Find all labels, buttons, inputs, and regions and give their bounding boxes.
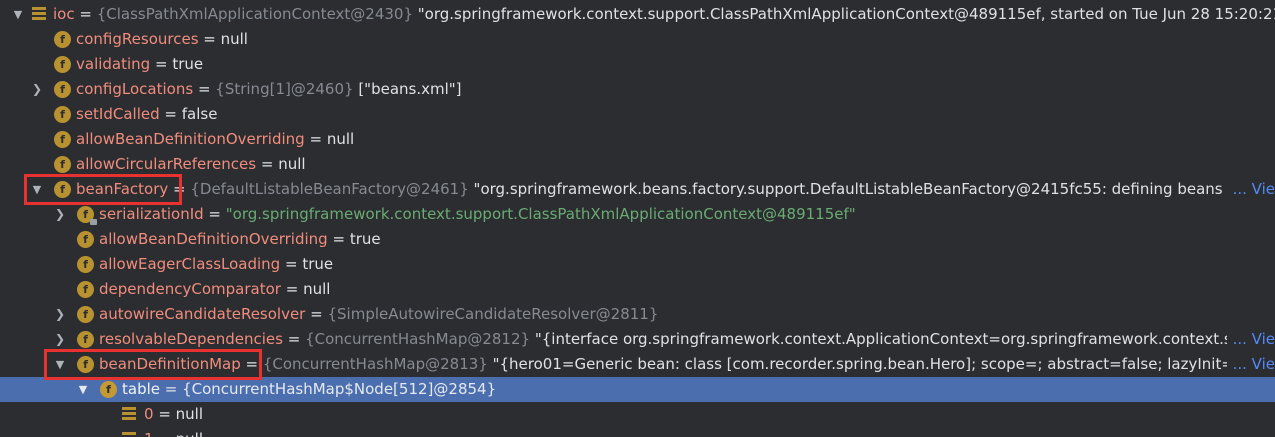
- variable-row-1[interactable]: 1 = null: [0, 427, 1275, 437]
- variable-label: validating = true: [76, 55, 204, 73]
- chevron-right-icon[interactable]: ❯: [53, 302, 67, 327]
- field-icon: f: [77, 306, 94, 323]
- variable-label: configLocations = {String[1]@2460} ["bea…: [76, 80, 462, 98]
- variable-row-allowBeanDefinitionOverriding[interactable]: f allowBeanDefinitionOverriding = null: [0, 127, 1275, 152]
- variable-label: ioc = {ClassPathXmlApplicationContext@24…: [53, 5, 1275, 23]
- variable-row-0[interactable]: 0 = null: [0, 402, 1275, 427]
- list-icon: [32, 7, 46, 22]
- variable-row-table[interactable]: ▼ f table = {ConcurrentHashMap$Node[512]…: [0, 377, 1275, 402]
- variable-row-ioc[interactable]: ▼ ioc = {ClassPathXmlApplicationContext@…: [0, 2, 1275, 27]
- variable-row-autowireCandidateResolver[interactable]: ❯ f autowireCandidateResolver = {SimpleA…: [0, 302, 1275, 327]
- variable-label: beanFactory = {DefaultListableBeanFactor…: [76, 180, 1275, 198]
- variable-row-allowBeanDefinitionOverriding[interactable]: f allowBeanDefinitionOverriding = true: [0, 227, 1275, 252]
- variable-label: serializationId = "org.springframework.c…: [99, 205, 856, 223]
- field-icon: f: [77, 356, 94, 373]
- variable-row-allowCircularReferences[interactable]: f allowCircularReferences = null: [0, 152, 1275, 177]
- variable-label: allowBeanDefinitionOverriding = null: [76, 130, 355, 148]
- variable-label: resolvableDependencies = {ConcurrentHash…: [99, 330, 1275, 348]
- field-icon: f: [77, 331, 94, 348]
- variable-label: configResources = null: [76, 30, 248, 48]
- view-link[interactable]: ... Vie: [1226, 327, 1275, 352]
- variable-row-resolvableDependencies[interactable]: ❯ f resolvableDependencies = {Concurrent…: [0, 327, 1275, 352]
- variable-label: setIdCalled = false: [76, 105, 218, 123]
- field-icon: f: [77, 231, 94, 248]
- chevron-down-icon[interactable]: ▼: [30, 177, 44, 202]
- field-icon: f: [54, 56, 71, 73]
- variable-row-validating[interactable]: f validating = true: [0, 52, 1275, 77]
- list-icon: [122, 407, 136, 422]
- field-icon: f: [54, 81, 71, 98]
- variable-label: table = {ConcurrentHashMap$Node[512]@285…: [122, 380, 497, 398]
- variable-label: autowireCandidateResolver = {SimpleAutow…: [99, 305, 659, 323]
- variable-row-setIdCalled[interactable]: f setIdCalled = false: [0, 102, 1275, 127]
- field-icon: f: [77, 206, 97, 225]
- chevron-right-icon[interactable]: ❯: [53, 327, 67, 352]
- variable-row-configResources[interactable]: f configResources = null: [0, 27, 1275, 52]
- variable-row-serializationId[interactable]: ❯ f serializationId = "org.springframewo…: [0, 202, 1275, 227]
- variable-row-dependencyComparator[interactable]: f dependencyComparator = null: [0, 277, 1275, 302]
- field-icon: f: [100, 381, 117, 398]
- view-link[interactable]: ... Vie: [1226, 177, 1275, 202]
- variable-label: 0 = null: [144, 405, 204, 423]
- chevron-down-icon[interactable]: ▼: [11, 2, 25, 27]
- field-icon: f: [54, 181, 71, 198]
- variable-label: dependencyComparator = null: [99, 280, 331, 298]
- field-icon: f: [77, 256, 94, 273]
- variable-row-beanDefinitionMap[interactable]: ▼ f beanDefinitionMap = {ConcurrentHashM…: [0, 352, 1275, 377]
- chevron-right-icon[interactable]: ❯: [30, 77, 44, 102]
- variable-row-beanFactory[interactable]: ▼ f beanFactory = {DefaultListableBeanFa…: [0, 177, 1275, 202]
- variable-label: beanDefinitionMap = {ConcurrentHashMap@2…: [99, 355, 1275, 373]
- debugger-variables-tree: ▼ ioc = {ClassPathXmlApplicationContext@…: [0, 0, 1275, 437]
- chevron-right-icon[interactable]: ❯: [53, 202, 67, 227]
- field-icon: f: [54, 131, 71, 148]
- variable-label: 1 = null: [144, 427, 203, 437]
- chevron-down-icon[interactable]: ▼: [76, 377, 90, 402]
- field-icon: f: [77, 281, 94, 298]
- view-link[interactable]: ... Vie: [1226, 352, 1275, 377]
- variable-row-configLocations[interactable]: ❯ f configLocations = {String[1]@2460} […: [0, 77, 1275, 102]
- variable-row-allowEagerClassLoading[interactable]: f allowEagerClassLoading = true: [0, 252, 1275, 277]
- variable-label: allowCircularReferences = null: [76, 155, 306, 173]
- field-icon: f: [54, 156, 71, 173]
- field-icon: f: [54, 31, 71, 48]
- variable-label: allowEagerClassLoading = true: [99, 255, 334, 273]
- field-icon: f: [54, 106, 71, 123]
- chevron-down-icon[interactable]: ▼: [53, 352, 67, 377]
- list-icon: [122, 432, 136, 437]
- variable-label: allowBeanDefinitionOverriding = true: [99, 230, 381, 248]
